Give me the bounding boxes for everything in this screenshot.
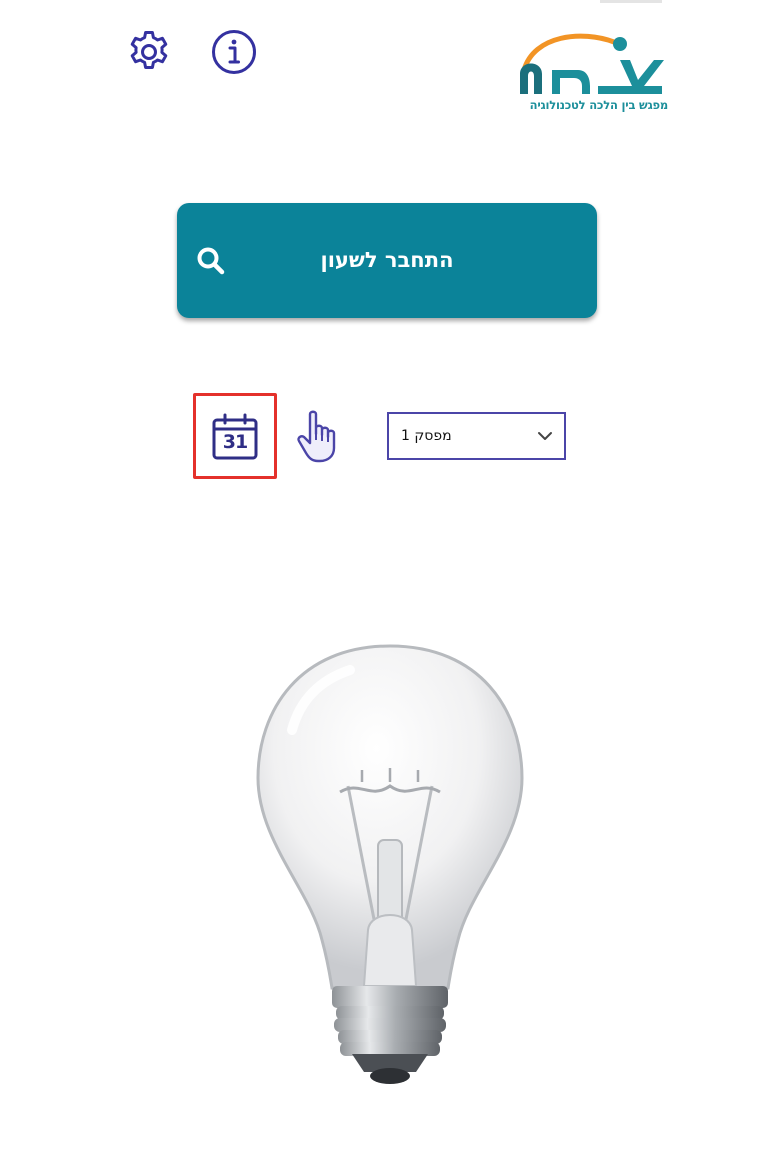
switch-select[interactable]: מפסק 1 bbox=[387, 412, 566, 460]
top-divider bbox=[600, 0, 662, 3]
info-icon[interactable] bbox=[210, 28, 258, 76]
connect-button-label: התחבר לשעון bbox=[320, 248, 454, 272]
chevron-down-icon bbox=[538, 432, 552, 440]
gear-icon[interactable] bbox=[125, 28, 173, 76]
calendar-day-number: 31 bbox=[222, 431, 248, 453]
logo-tagline: מפגש בין הלכה לטכנולוגיה bbox=[529, 98, 669, 112]
pointing-hand-icon[interactable] bbox=[296, 410, 348, 464]
calendar-button[interactable]: 31 bbox=[193, 393, 277, 479]
tzomet-logo-mark bbox=[520, 33, 664, 94]
tzomet-logo: מפגש בין הלכה לטכנולוגיה bbox=[512, 30, 672, 120]
light-bulb-image bbox=[256, 644, 524, 1084]
connect-to-clock-button[interactable]: התחבר לשעון bbox=[177, 203, 597, 318]
